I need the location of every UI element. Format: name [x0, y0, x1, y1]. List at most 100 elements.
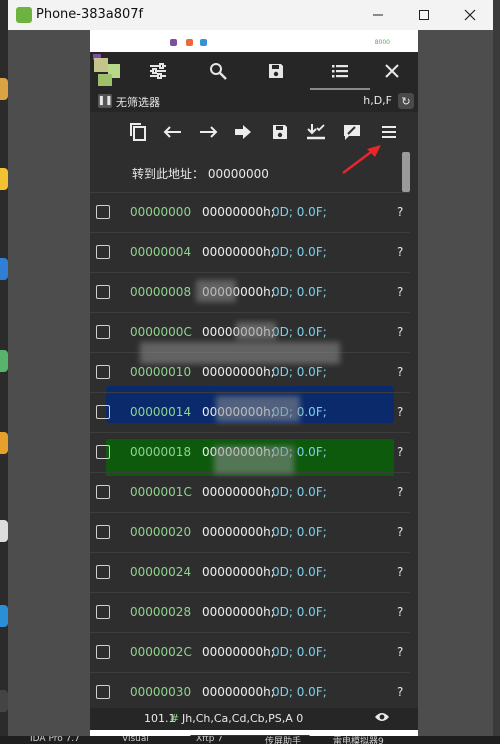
row-types: 0D; 0.0F; [272, 645, 327, 659]
row-value[interactable]: 00000000h; [202, 605, 275, 619]
row-unknown-marker: ? [397, 525, 404, 539]
window-titlebar[interactable]: Phone-383a807f [8, 0, 493, 30]
copy-button[interactable] [126, 120, 150, 144]
maximize-button[interactable] [401, 0, 447, 30]
row-checkbox[interactable] [96, 485, 110, 499]
row-types: 0D; 0.0F; [272, 245, 327, 259]
tab-memory-list[interactable] [326, 59, 354, 83]
memory-row[interactable]: 00000020 00000000h; 0D; 0.0F; ? [90, 512, 410, 553]
row-value[interactable]: 00000000h; [202, 205, 275, 219]
row-unknown-marker: ? [397, 365, 404, 379]
taskbar-item[interactable]: 传屏助手 [265, 736, 301, 744]
row-value[interactable]: 00000000h; [202, 485, 275, 499]
memory-row[interactable]: 0000002C 00000000h; 0D; 0.0F; ? [90, 632, 410, 673]
row-types: 0D; 0.0F; [272, 205, 327, 219]
row-address[interactable]: 00000020 [130, 525, 191, 539]
row-checkbox[interactable] [96, 325, 110, 339]
row-value[interactable]: 00000000h; [202, 245, 275, 259]
memory-row[interactable]: 00000024 00000000h; 0D; 0.0F; ? [90, 552, 410, 593]
row-checkbox[interactable] [96, 525, 110, 539]
memory-list: 转到此地址： 00000000 00000000 00000000h; 0D; … [90, 152, 418, 708]
row-checkbox[interactable] [96, 365, 110, 379]
row-address[interactable]: 00000024 [130, 565, 191, 579]
row-checkbox[interactable] [96, 405, 110, 419]
desktop-app-icon[interactable] [0, 432, 8, 454]
row-address[interactable]: 00000000 [130, 205, 191, 219]
row-value[interactable]: 00000000h; [202, 525, 275, 539]
memory-row[interactable]: 00000000 00000000h; 0D; 0.0F; ? [90, 192, 410, 233]
row-checkbox[interactable] [96, 245, 110, 259]
row-address[interactable]: 00000014 [130, 405, 191, 419]
edit-button[interactable] [340, 120, 364, 144]
copy-icon [130, 123, 146, 141]
memory-row[interactable]: 00000004 00000000h; 0D; 0.0F; ? [90, 232, 410, 273]
row-checkbox[interactable] [96, 285, 110, 299]
row-address[interactable]: 00000010 [130, 365, 191, 379]
refresh-button[interactable]: ↻ [398, 93, 414, 109]
row-checkbox[interactable] [96, 565, 110, 579]
desktop-app-icon[interactable] [0, 168, 8, 190]
row-checkbox[interactable] [96, 445, 110, 459]
row-value[interactable]: 00000000h; [202, 685, 275, 699]
scroll-track[interactable] [410, 152, 418, 708]
tab-settings[interactable] [144, 59, 172, 83]
row-address[interactable]: 00000030 [130, 685, 191, 699]
active-types-text[interactable]: Jh,Ch,Ca,Cd,Cb,PS,A 0 [182, 712, 303, 725]
desktop-app-icon[interactable] [0, 350, 8, 372]
scrollbar-thumb[interactable] [402, 152, 410, 192]
row-address[interactable]: 0000001C [130, 485, 192, 499]
memory-row[interactable]: 00000028 00000000h; 0D; 0.0F; ? [90, 592, 410, 633]
row-checkbox[interactable] [96, 605, 110, 619]
go-back-button[interactable] [161, 120, 185, 144]
save-icon [269, 64, 283, 78]
save-list-button[interactable] [268, 120, 292, 144]
close-panel-button[interactable] [378, 59, 406, 83]
minimize-button[interactable] [355, 0, 401, 30]
row-address[interactable]: 00000008 [130, 285, 191, 299]
filter-label[interactable]: 无筛选器 [116, 94, 160, 110]
goto-button[interactable] [231, 120, 255, 144]
tab-saved[interactable] [262, 59, 290, 83]
taskbar-item[interactable]: Visual [122, 736, 149, 744]
row-address[interactable]: 0000000C [130, 325, 192, 339]
redaction-blur [216, 396, 300, 422]
close-icon [385, 64, 399, 78]
phone-screen: 8000 ❚❚ 无筛选器 h,D,F ↻ 转到此地址： 00000000 000… [90, 30, 418, 744]
row-address[interactable]: 0000002C [130, 645, 192, 659]
close-icon [464, 9, 476, 21]
pause-icon: ❚❚ [97, 96, 113, 106]
desktop-app-icon[interactable] [0, 78, 8, 100]
desktop-app-icon[interactable] [0, 258, 8, 280]
taskbar-item[interactable]: IDA Pro 7.7 [30, 736, 80, 744]
row-unknown-marker: ? [397, 685, 404, 699]
taskbar-item[interactable]: Xftp 7 [196, 736, 223, 744]
app-logo[interactable] [90, 52, 126, 90]
row-value[interactable]: 00000000h; [202, 365, 275, 379]
memory-row[interactable]: 00000030 00000000h; 0D; 0.0F; ? [90, 672, 410, 713]
row-value[interactable]: 00000000h; [202, 565, 275, 579]
row-checkbox[interactable] [96, 685, 110, 699]
desktop-app-icon[interactable] [0, 690, 8, 712]
desktop-app-icon[interactable] [0, 520, 8, 542]
menu-button[interactable] [377, 120, 401, 144]
row-address[interactable]: 00000018 [130, 445, 191, 459]
filter-types[interactable]: h,D,F [363, 94, 392, 107]
desktop-app-icon[interactable] [0, 605, 8, 627]
memory-row[interactable]: 0000001C 00000000h; 0D; 0.0F; ? [90, 472, 410, 513]
status-icon [186, 39, 193, 46]
go-forward-button[interactable] [196, 120, 220, 144]
close-window-button[interactable] [447, 0, 493, 30]
row-address[interactable]: 00000004 [130, 245, 191, 259]
taskbar-item[interactable]: 雷电模拟器9 [333, 736, 384, 744]
pause-button[interactable]: ❚❚ [97, 94, 113, 108]
row-address[interactable]: 00000028 [130, 605, 191, 619]
memory-row[interactable]: 00000008 00000000h; 0D; 0.0F; ? [90, 272, 410, 313]
row-value[interactable]: 00000000h; [202, 645, 275, 659]
tab-search[interactable] [204, 59, 232, 83]
row-unknown-marker: ? [397, 325, 404, 339]
eye-icon[interactable] [374, 711, 390, 726]
select-download-button[interactable] [304, 120, 328, 144]
row-unknown-marker: ? [397, 405, 404, 419]
row-checkbox[interactable] [96, 205, 110, 219]
row-checkbox[interactable] [96, 645, 110, 659]
